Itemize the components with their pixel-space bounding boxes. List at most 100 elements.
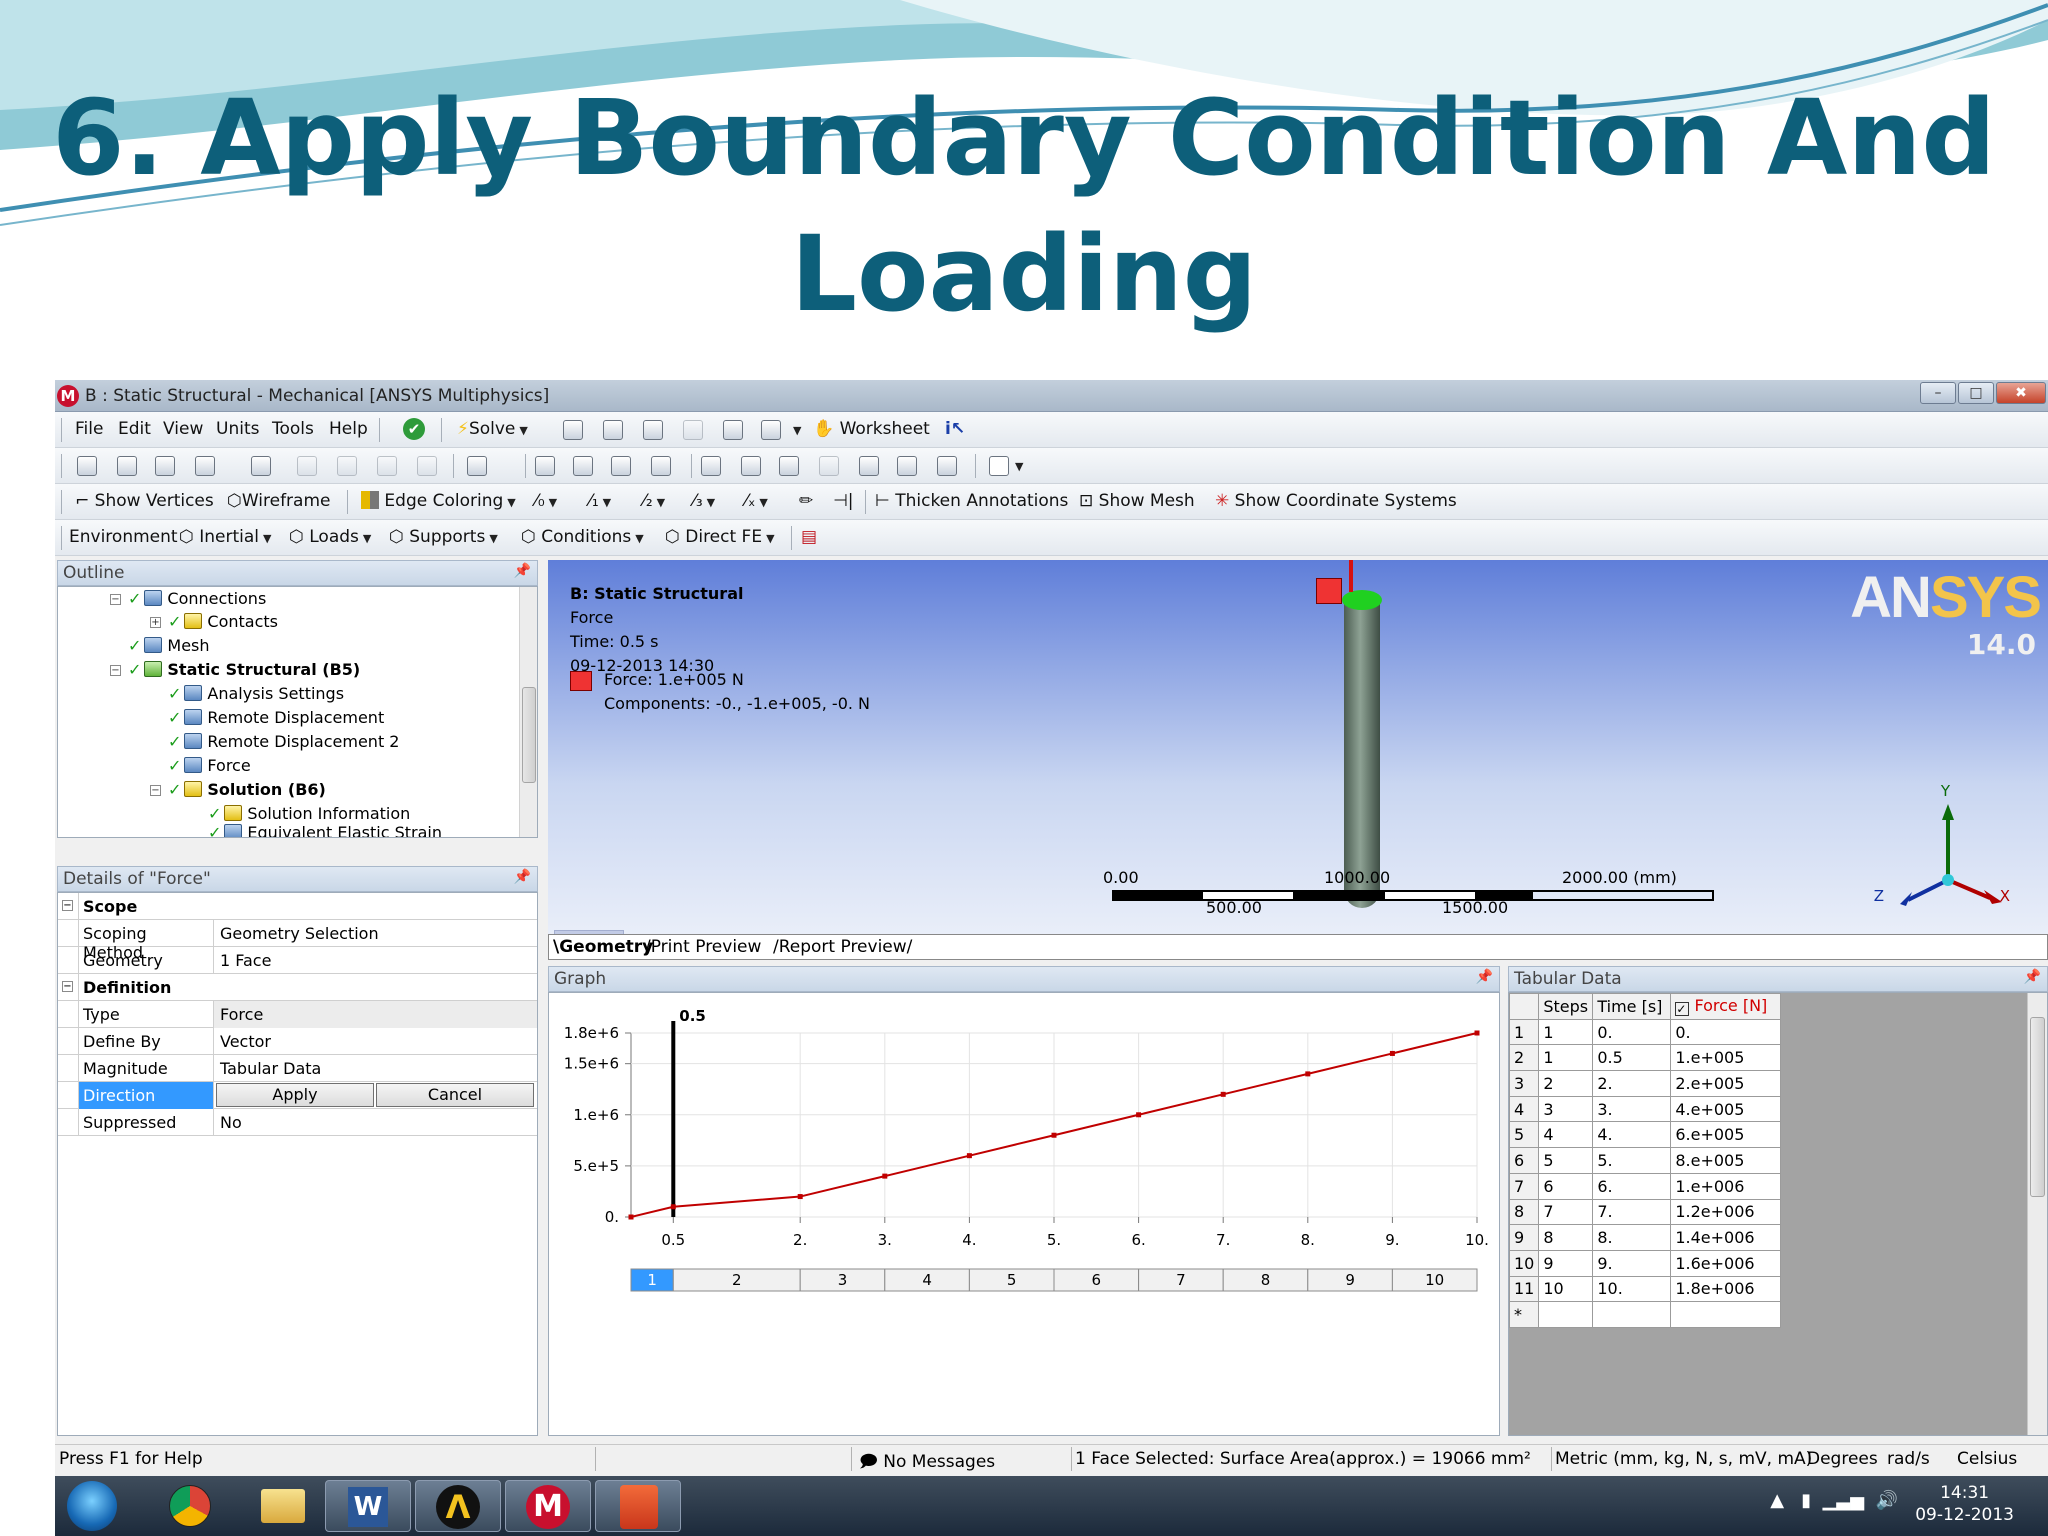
table-cell[interactable]: 5 bbox=[1538, 1147, 1594, 1174]
prop-value[interactable]: Tabular Data bbox=[214, 1055, 537, 1082]
column-header-force[interactable]: ✓ Force [N] bbox=[1670, 993, 1782, 1020]
row-direction[interactable]: Direction Apply Cancel bbox=[58, 1082, 537, 1109]
outline-scrollbar[interactable] bbox=[519, 587, 537, 837]
table-row[interactable]: 5 4 4. 6.e+005 bbox=[1509, 1121, 1782, 1149]
table-cell[interactable]: 1.e+005 bbox=[1670, 1044, 1782, 1072]
edge-display-4-icon[interactable]: ⁄₃ ▼ bbox=[693, 491, 715, 511]
volume-icon[interactable]: 🔊 bbox=[1876, 1490, 1898, 1511]
table-cell[interactable]: 0.5 bbox=[1592, 1044, 1672, 1072]
viewport-layout-icon[interactable] bbox=[989, 456, 1009, 476]
tree-node-mesh[interactable]: ✓ Mesh bbox=[128, 636, 210, 655]
menu-help[interactable]: Help bbox=[329, 419, 368, 439]
pin-icon[interactable]: 📌 bbox=[1476, 969, 1493, 985]
table-cell[interactable]: 10 bbox=[1538, 1275, 1594, 1303]
table-cell[interactable]: 8.e+005 bbox=[1670, 1147, 1782, 1174]
table-row[interactable]: 10 9 9. 1.6e+006 bbox=[1509, 1249, 1782, 1277]
row-type[interactable]: Type Force bbox=[58, 1001, 537, 1028]
graphics-viewport[interactable]: B: Static Structural Force Time: 0.5 s 0… bbox=[548, 560, 2048, 934]
status-messages[interactable]: 🗩 No Messages bbox=[859, 1449, 995, 1476]
table-new-row[interactable]: * bbox=[1509, 1301, 1782, 1328]
table-cell[interactable]: 9. bbox=[1592, 1249, 1672, 1277]
table-cell[interactable]: 3 bbox=[1538, 1095, 1594, 1123]
table-cell[interactable]: 2. bbox=[1592, 1070, 1672, 1097]
zoom-icon[interactable] bbox=[611, 456, 631, 476]
status-degrees[interactable]: Degrees bbox=[1807, 1449, 1878, 1469]
taskbar-folder[interactable] bbox=[241, 1480, 327, 1532]
close-button[interactable]: ✖ bbox=[1996, 382, 2046, 404]
table-cell[interactable]: 6 bbox=[1538, 1172, 1594, 1200]
window-titlebar[interactable]: M B : Static Structural - Mechanical [AN… bbox=[55, 380, 2048, 412]
hand-icon[interactable] bbox=[683, 420, 703, 440]
check-icon[interactable]: ✔ bbox=[403, 418, 425, 440]
table-cell[interactable]: 4. bbox=[1592, 1121, 1672, 1149]
collapse-icon[interactable]: − bbox=[110, 665, 121, 676]
row-geometry[interactable]: Geometry 1 Face bbox=[58, 947, 537, 974]
table-cell[interactable]: 1.2e+006 bbox=[1670, 1198, 1782, 1226]
table-cell[interactable]: 2.e+005 bbox=[1670, 1070, 1782, 1097]
table-cell[interactable]: 7. bbox=[1592, 1198, 1672, 1226]
collapse-icon[interactable]: − bbox=[150, 785, 161, 796]
tabular-scrollbar[interactable] bbox=[2027, 993, 2047, 1435]
chart-icon[interactable] bbox=[643, 420, 663, 440]
commands-icon[interactable]: ▤ bbox=[801, 527, 817, 547]
table-cell[interactable]: 1.e+006 bbox=[1670, 1172, 1782, 1200]
expand-icon[interactable]: + bbox=[150, 617, 161, 628]
ruler-icon[interactable]: ⊣| bbox=[833, 491, 854, 511]
pan-icon[interactable] bbox=[573, 456, 593, 476]
zoom-box-icon[interactable] bbox=[741, 456, 761, 476]
annotation-pin-icon[interactable]: ✏ bbox=[799, 491, 813, 511]
tree-node-analysis-settings[interactable]: ✓ Analysis Settings bbox=[168, 684, 344, 703]
extend-icon[interactable] bbox=[417, 456, 437, 476]
previous-view-icon[interactable] bbox=[897, 456, 917, 476]
show-hidden-icon[interactable]: ▲ bbox=[1770, 1490, 1784, 1511]
inertial-menu[interactable]: ⬡ Inertial ▼ bbox=[179, 527, 271, 547]
table-cell[interactable]: 1.8e+006 bbox=[1670, 1275, 1782, 1303]
table-cell[interactable]: 0. bbox=[1670, 1018, 1782, 1046]
network-icon[interactable]: ▁▃▅ bbox=[1823, 1490, 1865, 1511]
supports-menu[interactable]: ⬡ Supports ▼ bbox=[389, 527, 498, 547]
table-cell[interactable]: 4.e+005 bbox=[1670, 1095, 1782, 1123]
tree-node-contacts[interactable]: ✓ Contacts bbox=[168, 612, 278, 631]
zoom-fit-icon[interactable] bbox=[701, 456, 721, 476]
prop-value[interactable]: Vector bbox=[214, 1028, 537, 1055]
conditions-menu[interactable]: ⬡ Conditions ▼ bbox=[521, 527, 644, 547]
section-definition[interactable]: − Definition bbox=[58, 974, 537, 1001]
label-icon[interactable] bbox=[603, 420, 623, 440]
solve-button[interactable]: ⚡Solve ▼ bbox=[457, 419, 528, 439]
row-suppressed[interactable]: Suppressed No bbox=[58, 1109, 537, 1136]
status-units[interactable]: Metric (mm, kg, N, s, mV, mA) bbox=[1555, 1449, 1812, 1469]
table-cell[interactable]: 8 bbox=[1538, 1224, 1594, 1251]
table-row[interactable]: 8 7 7. 1.2e+006 bbox=[1509, 1198, 1782, 1226]
taskbar-word[interactable]: W bbox=[325, 1480, 411, 1532]
cancel-button[interactable]: Cancel bbox=[376, 1083, 534, 1107]
menu-tools[interactable]: Tools bbox=[272, 419, 314, 439]
edge-display-5-icon[interactable]: ⁄ₓ ▼ bbox=[745, 491, 768, 511]
direct-fe-menu[interactable]: ⬡ Direct FE ▼ bbox=[665, 527, 775, 547]
magnify-icon[interactable] bbox=[819, 456, 839, 476]
table-cell[interactable]: 6.e+005 bbox=[1670, 1121, 1782, 1149]
table-cell[interactable]: 7 bbox=[1538, 1198, 1594, 1226]
loads-menu[interactable]: ⬡ Loads ▼ bbox=[289, 527, 371, 547]
vertex-select-icon[interactable] bbox=[251, 456, 271, 476]
view-stack-icon[interactable] bbox=[937, 456, 957, 476]
body-select-icon[interactable] bbox=[377, 456, 397, 476]
collapse-icon[interactable]: − bbox=[62, 981, 73, 992]
edge-display-2-icon[interactable]: ⁄₁ ▼ bbox=[589, 491, 611, 511]
table-cell[interactable]: 1 bbox=[1538, 1044, 1594, 1072]
table-cell[interactable]: 5. bbox=[1592, 1147, 1672, 1174]
minimize-button[interactable]: – bbox=[1920, 382, 1956, 404]
prop-value[interactable]: 1 Face bbox=[214, 947, 537, 974]
table-cell[interactable] bbox=[1670, 1301, 1782, 1328]
tree-node-solution[interactable]: ✓ Solution (B6) bbox=[168, 780, 326, 799]
table-cell[interactable]: 8. bbox=[1592, 1224, 1672, 1251]
row-magnitude[interactable]: Magnitude Tabular Data bbox=[58, 1055, 537, 1082]
zoom-green-icon[interactable] bbox=[779, 456, 799, 476]
edge-display-3-icon[interactable]: ⁄₂ ▼ bbox=[643, 491, 665, 511]
select-mode-icon[interactable] bbox=[117, 456, 137, 476]
table-cell[interactable] bbox=[1592, 1301, 1672, 1328]
menu-file[interactable]: File bbox=[75, 419, 103, 439]
tree-node-solution-information[interactable]: ✓ Solution Information bbox=[208, 804, 410, 823]
table-cell[interactable]: 6. bbox=[1592, 1172, 1672, 1200]
taskbar-clock[interactable]: 14:31 09-12-2013 bbox=[1915, 1482, 2014, 1526]
section-scope[interactable]: − Scope bbox=[58, 893, 537, 920]
